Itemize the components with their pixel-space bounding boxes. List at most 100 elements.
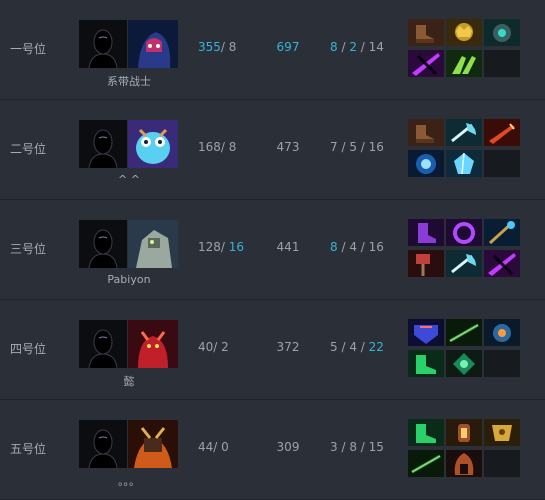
- boots-icon[interactable]: [408, 119, 444, 146]
- armor-icon[interactable]: [408, 319, 444, 346]
- assists: 16: [368, 140, 384, 154]
- player-avatar[interactable]: [79, 120, 127, 168]
- denies: 0: [221, 440, 229, 454]
- kda: 8 / 4 / 16: [330, 240, 384, 254]
- green-blade-icon[interactable]: [446, 319, 482, 346]
- kda: 5 / 4 / 22: [330, 340, 384, 354]
- axe-icon[interactable]: [446, 250, 482, 277]
- empty-slot: [484, 50, 520, 77]
- crystal-icon[interactable]: [446, 150, 482, 177]
- dagger-icon[interactable]: [484, 119, 520, 146]
- axe-icon[interactable]: [446, 119, 482, 146]
- net-worth: 697: [276, 40, 300, 54]
- assists: 16: [368, 240, 384, 254]
- empty-slot: [484, 450, 520, 477]
- kda: 8 / 2 / 14: [330, 40, 384, 54]
- purple-blade-icon[interactable]: [484, 250, 520, 277]
- purple-blade-icon[interactable]: [408, 50, 444, 77]
- player-avatar[interactable]: [79, 220, 127, 268]
- hero-portrait[interactable]: [128, 120, 178, 168]
- hero-portrait[interactable]: [128, 220, 178, 268]
- item-grid: [408, 219, 522, 277]
- deaths: 2: [349, 40, 357, 54]
- denies: 2: [221, 340, 229, 354]
- player-row: 一号位 系带战士 355/ 8 697 8 / 2 / 14: [0, 0, 545, 100]
- last-hits-denies: 128/ 16: [198, 240, 245, 254]
- position-label: 四号位: [10, 342, 47, 356]
- last-hits-denies: 40/ 2: [198, 340, 229, 354]
- player-row: 二号位 ^ ^ 168/ 8 473 7 / 5 / 16: [0, 100, 545, 200]
- kills: 7: [330, 140, 338, 154]
- last-hits: 44: [198, 440, 214, 454]
- position-label: 三号位: [10, 242, 47, 256]
- position-label: 五号位: [10, 442, 47, 456]
- staff-icon[interactable]: [484, 219, 520, 246]
- hood-icon[interactable]: [446, 450, 482, 477]
- kda: 3 / 8 / 15: [330, 440, 384, 454]
- lantern-icon[interactable]: [446, 419, 482, 446]
- deaths: 4: [349, 340, 357, 354]
- net-worth: 309: [276, 440, 300, 454]
- player-avatar[interactable]: [79, 20, 127, 68]
- hammer-icon[interactable]: [408, 250, 444, 277]
- net-worth: 473: [276, 140, 300, 154]
- player-row: 三号位 Pabiyon 128/ 16 441 8 / 4 / 16: [0, 200, 545, 300]
- last-hits: 168: [198, 140, 221, 154]
- boots-icon[interactable]: [408, 19, 444, 46]
- player-name[interactable]: 。。。: [79, 473, 179, 489]
- net-worth: 441: [276, 240, 300, 254]
- green-boots-icon[interactable]: [408, 350, 444, 377]
- deaths: 5: [349, 140, 357, 154]
- last-hits-denies: 355/ 8: [198, 40, 237, 54]
- empty-slot: [484, 350, 520, 377]
- last-hits: 128: [198, 240, 221, 254]
- last-hits-denies: 168/ 8: [198, 140, 237, 154]
- kills: 3: [330, 440, 338, 454]
- deaths: 8: [349, 440, 357, 454]
- kills: 5: [330, 340, 338, 354]
- ring-icon[interactable]: [446, 219, 482, 246]
- player-name[interactable]: 系带战士: [79, 73, 179, 89]
- purple-boots-icon[interactable]: [408, 219, 444, 246]
- item-grid: [408, 419, 522, 477]
- hero-portrait[interactable]: [128, 20, 178, 68]
- green-gem-icon[interactable]: [446, 350, 482, 377]
- blue-orb-icon[interactable]: [408, 150, 444, 177]
- green-boots-icon[interactable]: [408, 419, 444, 446]
- player-row: 四号位 懿 40/ 2 372 5 / 4 / 22: [0, 300, 545, 400]
- item-grid: [408, 119, 522, 177]
- position-label: 二号位: [10, 142, 47, 156]
- assists: 14: [368, 40, 384, 54]
- position-label: 一号位: [10, 42, 47, 56]
- hero-portrait[interactable]: [128, 420, 178, 468]
- gold-crest-icon[interactable]: [484, 419, 520, 446]
- assists: 22: [368, 340, 384, 354]
- player-avatar[interactable]: [79, 320, 127, 368]
- denies: 8: [228, 140, 237, 154]
- denies: 8: [228, 40, 237, 54]
- net-worth: 372: [276, 340, 300, 354]
- green-blade-icon[interactable]: [408, 450, 444, 477]
- last-hits-denies: 44/ 0: [198, 440, 229, 454]
- player-row: 五号位 。。。 44/ 0 309 3 / 8 / 15: [0, 400, 545, 500]
- assists: 15: [368, 440, 384, 454]
- denies: 16: [228, 240, 245, 254]
- player-name[interactable]: ^ ^: [79, 173, 179, 186]
- item-grid: [408, 319, 522, 377]
- kills: 8: [330, 40, 338, 54]
- deaths: 4: [349, 240, 357, 254]
- player-name[interactable]: Pabiyon: [79, 273, 179, 286]
- amulet-icon[interactable]: [484, 319, 520, 346]
- kda: 7 / 5 / 16: [330, 140, 384, 154]
- crown-icon[interactable]: [446, 19, 482, 46]
- empty-slot: [484, 150, 520, 177]
- orb-helm-icon[interactable]: [484, 19, 520, 46]
- last-hits: 40: [198, 340, 214, 354]
- hero-portrait[interactable]: [128, 320, 178, 368]
- match-scoreboard: 一号位 系带战士 355/ 8 697 8 / 2 / 14 二号位 ^ ^ 1…: [0, 0, 545, 500]
- player-avatar[interactable]: [79, 420, 127, 468]
- green-claw-icon[interactable]: [446, 50, 482, 77]
- item-grid: [408, 19, 522, 77]
- player-name[interactable]: 懿: [79, 373, 179, 389]
- last-hits: 355: [198, 40, 221, 54]
